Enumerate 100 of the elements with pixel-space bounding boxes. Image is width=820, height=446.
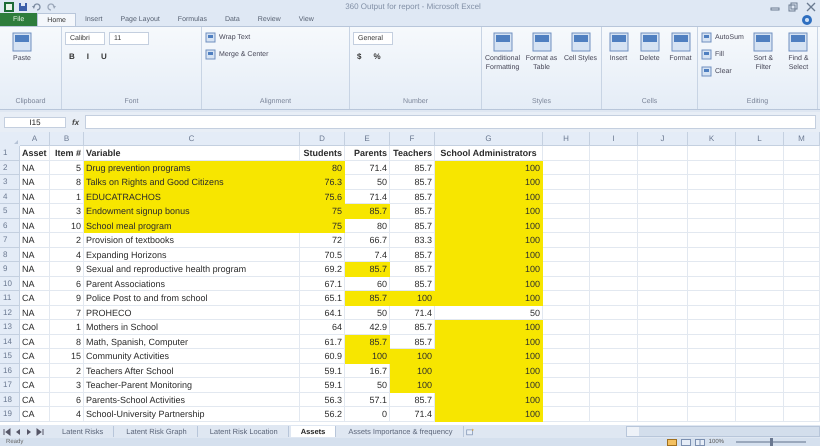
- empty-cell: [590, 334, 638, 349]
- row-header[interactable]: 10: [0, 276, 20, 291]
- row-header[interactable]: 6: [0, 218, 20, 233]
- empty-cell: [638, 190, 688, 204]
- row-header[interactable]: 5: [0, 204, 20, 218]
- table-cell: CA: [20, 378, 50, 392]
- page-break-icon[interactable]: [694, 438, 705, 446]
- column-header[interactable]: L: [736, 132, 784, 146]
- empty-cell: [736, 262, 784, 276]
- row-header[interactable]: 3: [0, 175, 20, 190]
- empty-cell: [688, 248, 736, 262]
- formula-input[interactable]: [85, 115, 816, 129]
- toolbar-button[interactable]: U: [97, 51, 111, 62]
- toolbar-button[interactable]: I: [82, 51, 94, 62]
- empty-cell: [638, 276, 688, 291]
- row-header[interactable]: 4: [0, 190, 20, 204]
- empty-cell: [784, 160, 820, 175]
- table-cell: 100: [435, 190, 543, 204]
- table-cell: Talks on Rights and Good Citizens: [84, 175, 300, 190]
- function-button[interactable]: fx: [72, 118, 80, 126]
- previous-sheet-icon[interactable]: [14, 428, 22, 436]
- toolbar-button[interactable]: B: [65, 51, 79, 62]
- row-header[interactable]: 18: [0, 392, 20, 407]
- empty-cell: [638, 392, 688, 407]
- empty-cell: [590, 262, 638, 276]
- column-header[interactable]: B: [50, 132, 84, 146]
- column-header[interactable]: G: [435, 132, 543, 146]
- save-icon[interactable]: [18, 2, 28, 12]
- horizontal-scrollbar[interactable]: [626, 426, 820, 437]
- table-cell: Endowment signup bonus: [84, 204, 300, 218]
- row-header[interactable]: 19: [0, 407, 20, 422]
- column-header[interactable]: H: [543, 132, 590, 146]
- restore-icon[interactable]: [788, 2, 798, 12]
- column-header[interactable]: I: [590, 132, 638, 146]
- table-cell: Drug prevention programs: [84, 160, 300, 175]
- column-header[interactable]: M: [784, 132, 820, 146]
- row-header[interactable]: 16: [0, 364, 20, 378]
- redo-icon[interactable]: [46, 2, 56, 12]
- table-cell: 75.6: [300, 190, 345, 204]
- first-sheet-icon[interactable]: [3, 428, 11, 436]
- row-header[interactable]: 14: [0, 334, 20, 349]
- empty-cell: [736, 334, 784, 349]
- name-box[interactable]: I15: [4, 116, 66, 128]
- close-icon[interactable]: [806, 2, 816, 12]
- row-header[interactable]: 7: [0, 233, 20, 248]
- page-layout-icon[interactable]: [680, 438, 691, 446]
- row-header[interactable]: 8: [0, 248, 20, 262]
- row-header[interactable]: 11: [0, 291, 20, 306]
- empty-cell: [736, 349, 784, 364]
- row-header[interactable]: 2: [0, 160, 20, 175]
- row-header[interactable]: 17: [0, 378, 20, 392]
- column-header[interactable]: J: [638, 132, 688, 146]
- empty-cell: [590, 320, 638, 334]
- row-header[interactable]: 9: [0, 262, 20, 276]
- table-cell: 100: [435, 248, 543, 262]
- table-cell: NA: [20, 233, 50, 248]
- table-cell: 100: [435, 349, 543, 364]
- table-cell: NA: [20, 262, 50, 276]
- column-header[interactable]: C: [84, 132, 300, 146]
- column-header[interactable]: F: [390, 132, 435, 146]
- normal-view-icon[interactable]: [666, 438, 677, 446]
- next-sheet-icon[interactable]: [25, 428, 33, 436]
- table-cell: 57.1: [345, 392, 390, 407]
- table-cell: 70.5: [300, 248, 345, 262]
- table-cell: 71.4: [390, 306, 435, 320]
- table-cell: Teachers After School: [84, 364, 300, 378]
- last-sheet-icon[interactable]: [36, 428, 44, 436]
- help-icon[interactable]: [802, 14, 812, 24]
- empty-cell: [638, 364, 688, 378]
- table-cell: 76.3: [300, 175, 345, 190]
- toolbar-button[interactable]: $: [353, 51, 366, 62]
- empty-cell: [688, 364, 736, 378]
- table-cell: 100: [435, 291, 543, 306]
- new-sheet-icon[interactable]: [466, 426, 474, 436]
- table-cell: 100: [435, 262, 543, 276]
- row-header[interactable]: 1: [0, 146, 20, 160]
- row-header[interactable]: 15: [0, 349, 20, 364]
- column-header[interactable]: A: [20, 132, 50, 146]
- excel-icon[interactable]: [4, 2, 14, 12]
- table-cell: 66.7: [345, 233, 390, 248]
- column-header[interactable]: E: [345, 132, 390, 146]
- column-header[interactable]: K: [688, 132, 736, 146]
- empty-cell: [736, 378, 784, 392]
- small-icon: [701, 32, 712, 43]
- toolbar-button[interactable]: %: [369, 51, 385, 62]
- empty-cell: [784, 218, 820, 233]
- undo-icon[interactable]: [32, 2, 42, 12]
- row-header[interactable]: 13: [0, 320, 20, 334]
- empty-cell: [590, 276, 638, 291]
- table-cell: Expanding Horizons: [84, 248, 300, 262]
- empty-cell: [543, 146, 590, 160]
- column-header[interactable]: D: [300, 132, 345, 146]
- empty-cell: [736, 160, 784, 175]
- empty-cell: [784, 175, 820, 190]
- table-cell: CA: [20, 291, 50, 306]
- row-header[interactable]: 12: [0, 306, 20, 320]
- table-cell: 100: [390, 378, 435, 392]
- table-cell: Parent Associations: [84, 276, 300, 291]
- table-cell: Teacher-Parent Monitoring: [84, 378, 300, 392]
- empty-cell: [638, 262, 688, 276]
